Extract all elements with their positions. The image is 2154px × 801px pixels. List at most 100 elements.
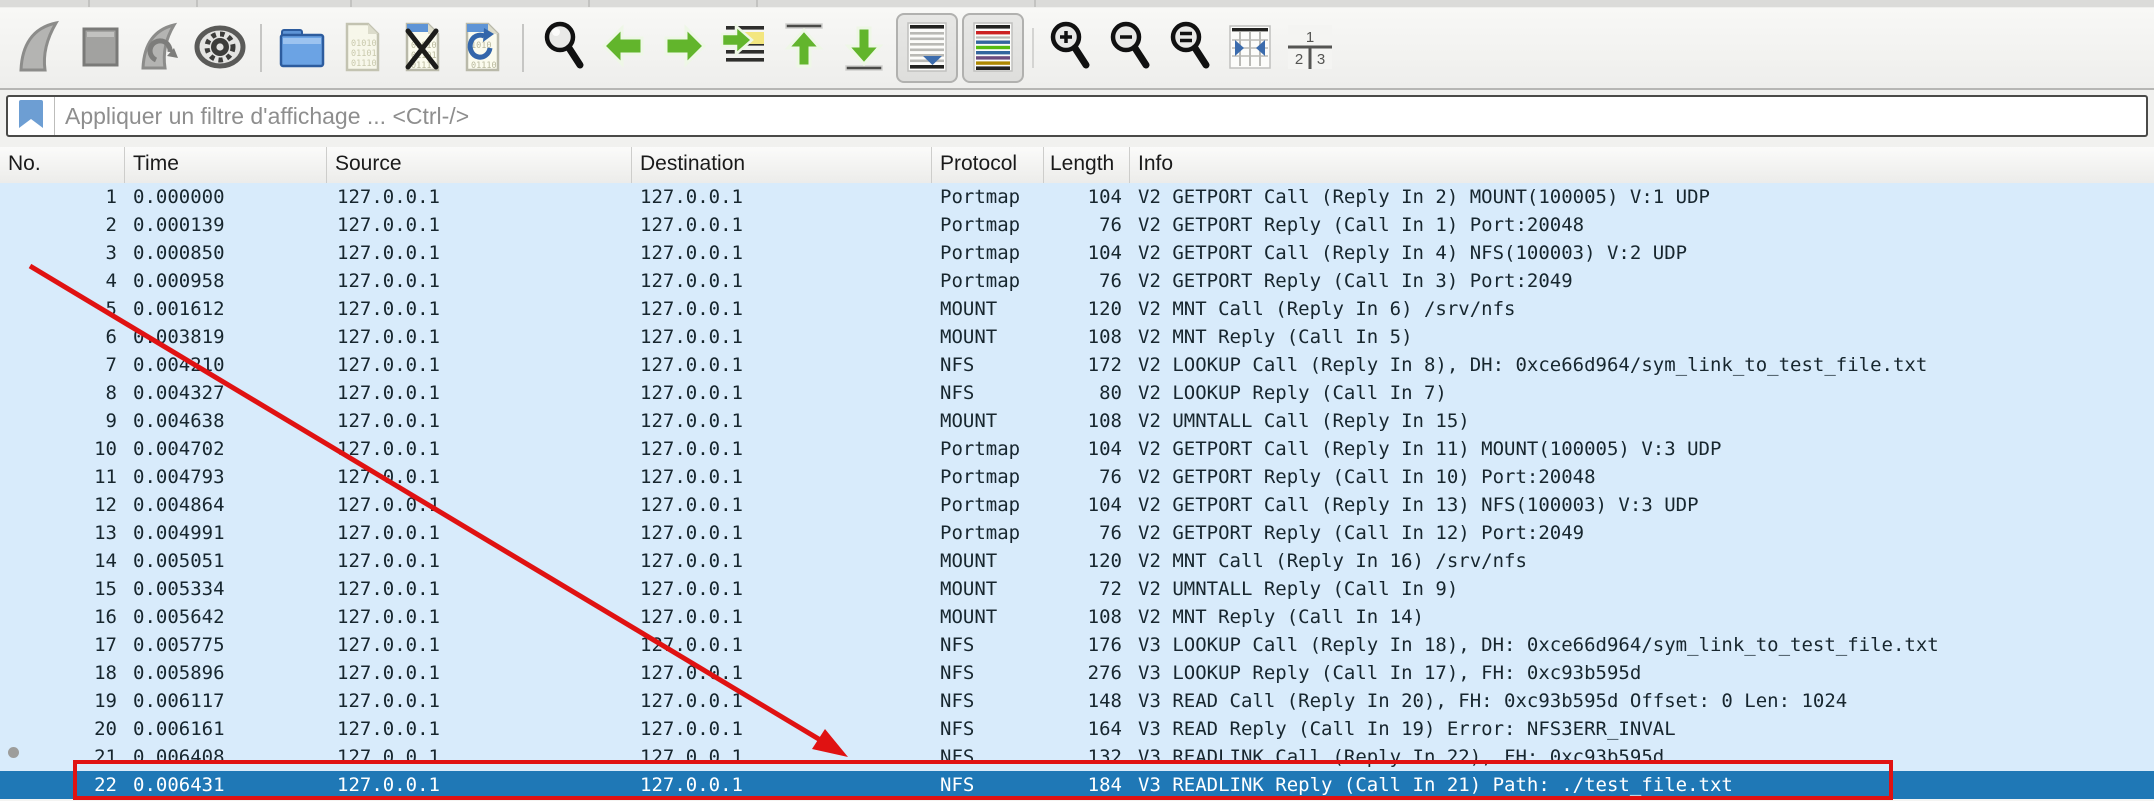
cell-source: 127.0.0.1 — [337, 690, 440, 712]
cell-no: 18 — [94, 662, 117, 684]
cell-protocol: Portmap — [940, 186, 1021, 208]
cell-info: V2 GETPORT Reply (Call In 3) Port:2049 — [1138, 270, 1573, 292]
stop-capture-button[interactable] — [72, 15, 128, 81]
cell-length: 80 — [1099, 382, 1122, 404]
cell-info: V2 MNT Call (Reply In 6) /srv/nfs — [1138, 298, 1516, 320]
capture-options-button[interactable] — [192, 15, 248, 81]
column-header-time[interactable]: Time — [125, 147, 327, 183]
packet-row[interactable]: 3 0.000850 127.0.0.1 127.0.0.1 Portmap 1… — [0, 239, 2154, 267]
go-to-packet-button[interactable] — [716, 15, 772, 81]
cell-protocol: MOUNT — [940, 578, 998, 600]
restart-capture-button[interactable] — [132, 15, 188, 81]
cell-length: 108 — [1087, 326, 1122, 348]
cell-protocol: MOUNT — [940, 298, 998, 320]
cell-time: 0.004327 — [133, 382, 225, 404]
go-first-packet-button[interactable] — [776, 15, 832, 81]
go-back-button[interactable] — [596, 15, 652, 81]
filter-bar — [0, 90, 2154, 147]
filter-bookmark-button[interactable] — [8, 97, 55, 135]
column-header-protocol[interactable]: Protocol — [932, 147, 1044, 183]
packet-row[interactable]: 14 0.005051 127.0.0.1 127.0.0.1 MOUNT 12… — [0, 547, 2154, 575]
display-filter-input[interactable] — [55, 102, 2146, 130]
find-packet-button[interactable] — [536, 15, 592, 81]
layout-panes-button[interactable]: 123 — [1282, 15, 1338, 81]
column-header-info[interactable]: Info — [1130, 147, 2154, 183]
cell-length: 276 — [1087, 662, 1122, 684]
packet-row[interactable]: 8 0.004327 127.0.0.1 127.0.0.1 NFS 80 V2… — [0, 379, 2154, 407]
packet-row[interactable]: 5 0.001612 127.0.0.1 127.0.0.1 MOUNT 120… — [0, 295, 2154, 323]
cell-length: 120 — [1087, 550, 1122, 572]
cell-length: 108 — [1087, 410, 1122, 432]
packet-row[interactable]: 12 0.004864 127.0.0.1 127.0.0.1 Portmap … — [0, 491, 2154, 519]
cell-destination: 127.0.0.1 — [640, 354, 743, 376]
cell-destination: 127.0.0.1 — [640, 746, 743, 768]
zoom-in-button[interactable] — [1042, 15, 1098, 81]
go-forward-button[interactable] — [656, 15, 712, 81]
cell-protocol: NFS — [940, 382, 975, 404]
cell-no: 6 — [105, 326, 117, 348]
cell-no: 1 — [105, 186, 117, 208]
cell-destination: 127.0.0.1 — [640, 410, 743, 432]
packet-row[interactable]: 6 0.003819 127.0.0.1 127.0.0.1 MOUNT 108… — [0, 323, 2154, 351]
folder-icon — [276, 18, 328, 79]
close-file-button[interactable]: 010100110101110 — [394, 15, 450, 81]
svg-text:2: 2 — [1295, 51, 1303, 68]
svg-text:01110: 01110 — [471, 61, 497, 71]
svg-text:3: 3 — [1317, 51, 1325, 68]
reload-document-icon: 1010 01110 — [456, 18, 508, 79]
column-header-no[interactable]: No. — [0, 147, 125, 183]
packet-row[interactable]: 18 0.005896 127.0.0.1 127.0.0.1 NFS 276 … — [0, 659, 2154, 687]
cell-source: 127.0.0.1 — [337, 606, 440, 628]
cell-destination: 127.0.0.1 — [640, 550, 743, 572]
column-header-source[interactable]: Source — [327, 147, 632, 183]
cell-destination: 127.0.0.1 — [640, 494, 743, 516]
cell-no: 3 — [105, 242, 117, 264]
packet-row[interactable]: 16 0.005642 127.0.0.1 127.0.0.1 MOUNT 10… — [0, 603, 2154, 631]
arrow-right-icon — [658, 18, 710, 79]
column-header-length[interactable]: Length — [1044, 147, 1130, 183]
cell-time: 0.006408 — [133, 746, 225, 768]
zoom-out-button[interactable] — [1102, 15, 1158, 81]
packet-row[interactable]: 17 0.005775 127.0.0.1 127.0.0.1 NFS 176 … — [0, 631, 2154, 659]
cell-time: 0.005775 — [133, 634, 225, 656]
packet-row[interactable]: 1 0.000000 127.0.0.1 127.0.0.1 Portmap 1… — [0, 183, 2154, 211]
packet-row[interactable]: 10 0.004702 127.0.0.1 127.0.0.1 Portmap … — [0, 435, 2154, 463]
colorize-toggle[interactable] — [962, 13, 1024, 83]
display-filter-box[interactable] — [6, 95, 2148, 137]
packet-row[interactable]: 21 0.006408 127.0.0.1 127.0.0.1 NFS 132 … — [0, 743, 2154, 771]
packet-row[interactable]: 13 0.004991 127.0.0.1 127.0.0.1 Portmap … — [0, 519, 2154, 547]
save-file-button[interactable]: 01010 01101 01110 — [334, 15, 390, 81]
packet-row[interactable]: 20 0.006161 127.0.0.1 127.0.0.1 NFS 164 … — [0, 715, 2154, 743]
cell-no: 21 — [94, 746, 117, 768]
packet-row[interactable]: 2 0.000139 127.0.0.1 127.0.0.1 Portmap 7… — [0, 211, 2154, 239]
packet-row[interactable]: 22 0.006431 127.0.0.1 127.0.0.1 NFS 184 … — [0, 771, 2154, 799]
cell-time: 0.001612 — [133, 298, 225, 320]
cell-time: 0.006117 — [133, 690, 225, 712]
packet-row[interactable]: 4 0.000958 127.0.0.1 127.0.0.1 Portmap 7… — [0, 267, 2154, 295]
cell-protocol: Portmap — [940, 466, 1021, 488]
restart-fin-icon — [134, 18, 186, 79]
save-document-icon: 01010 01101 01110 — [336, 18, 388, 79]
cell-length: 104 — [1087, 186, 1122, 208]
packet-row[interactable]: 15 0.005334 127.0.0.1 127.0.0.1 MOUNT 72… — [0, 575, 2154, 603]
toolbar-separator — [260, 24, 262, 72]
column-header-destination[interactable]: Destination — [632, 147, 932, 183]
cell-destination: 127.0.0.1 — [640, 466, 743, 488]
go-last-packet-button[interactable] — [836, 15, 892, 81]
open-file-button[interactable] — [274, 15, 330, 81]
reload-file-button[interactable]: 1010 01110 — [454, 15, 510, 81]
packet-row[interactable]: 11 0.004793 127.0.0.1 127.0.0.1 Portmap … — [0, 463, 2154, 491]
bookmark-icon — [18, 99, 44, 134]
auto-scroll-toggle[interactable] — [896, 13, 958, 83]
zoom-reset-button[interactable] — [1162, 15, 1218, 81]
packet-row[interactable]: 7 0.004210 127.0.0.1 127.0.0.1 NFS 172 V… — [0, 351, 2154, 379]
cell-info: V2 UMNTALL Call (Reply In 15) — [1138, 410, 1470, 432]
start-capture-button[interactable] — [12, 15, 68, 81]
packet-row[interactable]: 19 0.006117 127.0.0.1 127.0.0.1 NFS 148 … — [0, 687, 2154, 715]
wireshark-window: 010100110101110 010100110101110 10100111… — [0, 0, 2154, 801]
cell-source: 127.0.0.1 — [337, 186, 440, 208]
resize-columns-button[interactable] — [1222, 15, 1278, 81]
packet-row[interactable]: 9 0.004638 127.0.0.1 127.0.0.1 MOUNT 108… — [0, 407, 2154, 435]
cell-destination: 127.0.0.1 — [640, 522, 743, 544]
cell-destination: 127.0.0.1 — [640, 690, 743, 712]
